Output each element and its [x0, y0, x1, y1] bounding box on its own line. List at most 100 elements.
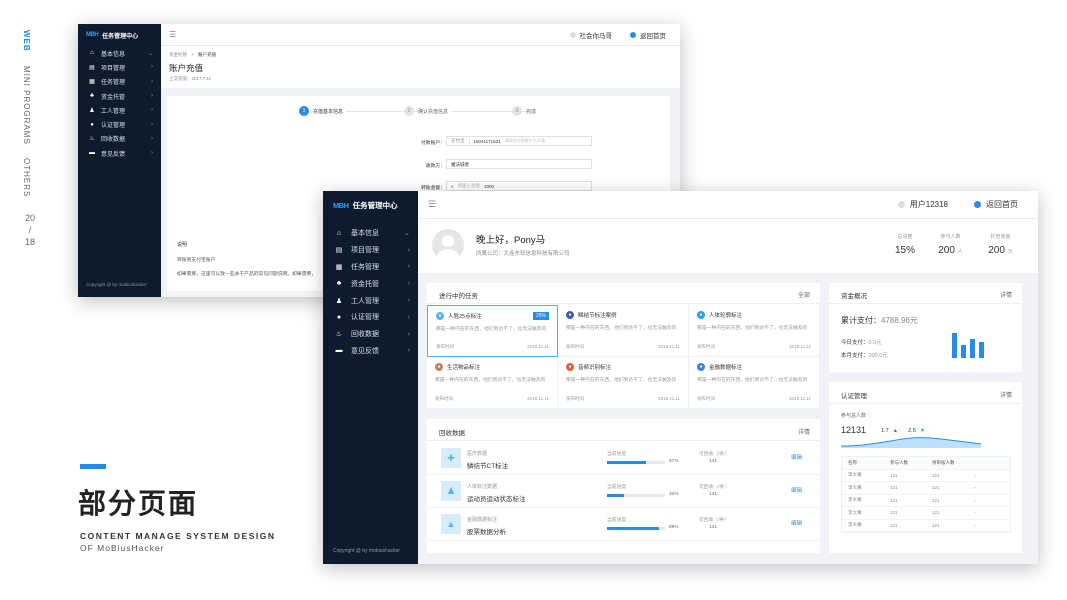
auth-more-link[interactable]: 详情	[1000, 390, 1012, 399]
chevron-icon: ›	[151, 135, 153, 142]
sidebar-item-3[interactable]: ♣ 资金托管 ›	[323, 275, 418, 292]
task-pub-label: 发布时间	[697, 396, 715, 401]
sidebar-item-6[interactable]: ♨ 回收数据 ›	[323, 326, 418, 343]
sidebar-item-label: 认证管理	[351, 314, 379, 322]
sidebar-item-0[interactable]: ⌂ 基本信息 ⌄	[323, 225, 418, 242]
topbar: ☰ 社会你马哥 返回首页	[161, 24, 680, 46]
task-card[interactable]: ● 金融数据标注 那是一种内在的东西，他们到达不了，也无法触及的 发布时间 2018…	[689, 357, 820, 409]
logo[interactable]: MBH 任务管理中心	[323, 191, 418, 219]
chevron-icon: ›	[151, 121, 153, 128]
sidebar-item-3[interactable]: ♣ 资金托管 ›	[78, 89, 161, 103]
chevron-icon: ›	[151, 78, 153, 85]
menu-toggle-icon[interactable]: ☰	[428, 199, 436, 210]
user-menu[interactable]: 用户12318	[897, 199, 948, 210]
sidebar-item-label: 意见反馈	[101, 151, 126, 158]
table-cell: ›	[974, 510, 976, 516]
step-1: 1 充值基本信息	[299, 106, 347, 116]
sidebar-item-0[interactable]: ⌂ 基本信息 ⌄	[78, 46, 161, 60]
section-mini-programs[interactable]: MINI PROGRAMS	[22, 66, 31, 145]
amount-label: 转账金额：	[421, 186, 445, 191]
table-cell: 121	[890, 522, 898, 528]
tasks-card: 进行中的任务 全部 ● 人脸25点标注 25% 那是一种内在的东西，他们到达不了，也…	[427, 283, 820, 409]
menu-icon: ▬	[89, 150, 95, 157]
table-row[interactable]: 李大嘴 121 121 ›	[842, 470, 1010, 482]
page-sep: /	[28, 224, 32, 235]
amount-field[interactable]: ¥ 请输入金额 1000	[446, 181, 592, 191]
task-desc: 那是一种内在的东西，他们到达不了，也无法触及的	[566, 326, 677, 331]
sidebar-item-4[interactable]: ♟ 工人管理 ›	[78, 103, 161, 117]
logo[interactable]: MBH 任务管理中心	[78, 24, 161, 46]
task-card[interactable]: ● 生活物品标注 那是一种内在的东西，他们到达不了，也无法触及的 发布时间 2018…	[427, 357, 558, 409]
sidebar-item-1[interactable]: ▤ 项目管理 ›	[78, 60, 161, 74]
task-card[interactable]: ● 人脸25点标注 25% 那是一种内在的东西，他们到达不了，也无法触及的 发布时间…	[427, 305, 558, 357]
recycle-more-link[interactable]: 详情	[798, 427, 810, 436]
amount-hint: 请输入金额	[457, 183, 481, 188]
section-web[interactable]: WEB	[22, 30, 31, 52]
stat-progress: 总进度 15%	[885, 233, 925, 256]
menu-toggle-icon[interactable]: ☰	[169, 30, 176, 39]
sidebar-item-4[interactable]: ♟ 工人管理 ›	[323, 292, 418, 309]
table-row[interactable]: 李大嘴 121 121 ›	[842, 520, 1010, 532]
chevron-icon: ›	[407, 297, 410, 305]
chevron-icon: ⌄	[404, 230, 410, 238]
task-card[interactable]: ● 人体轮廓标注 那是一种内在的东西，他们到达不了，也无法触及的 发布时间 2018…	[689, 305, 820, 357]
auth-table: 名称 参与人数 待审核人数 李大嘴 121 121 › 李大嘴 121 121 › 李大嘴 121 121…	[841, 456, 1011, 533]
task-icon: ●	[697, 311, 705, 319]
task-desc: 那是一种内在的东西，他们到达不了，也无法触及的	[566, 378, 677, 383]
sidebar-item-7[interactable]: ▬ 意见反馈 ›	[323, 343, 418, 360]
table-row[interactable]: 李大嘴 121 121 ›	[842, 482, 1010, 495]
recycle-ret: 141	[709, 459, 718, 464]
home-link[interactable]: 返回首页	[630, 30, 666, 40]
fund-bar	[961, 344, 966, 358]
recycle-progress	[607, 527, 665, 530]
tasks-all-link[interactable]: 全部	[798, 290, 810, 299]
task-card[interactable]: ● 鳞结节标注案例 那是一种内在的东西，他们到达不了，也无法触及的 发布时间 201…	[558, 305, 689, 357]
user-menu[interactable]: 社会你马哥	[569, 30, 612, 40]
sidebar-item-7[interactable]: ▬ 意见反馈 ›	[78, 146, 161, 160]
task-pub-label: 发布时间	[436, 344, 454, 349]
sidebar-item-5[interactable]: ● 认证管理 ›	[78, 117, 161, 131]
chevron-icon: ›	[407, 280, 410, 288]
table-row[interactable]: 李大嘴 121 121 ›	[842, 495, 1010, 507]
sidebar-item-label: 基本信息	[101, 51, 126, 58]
sidebar-item-1[interactable]: ▤ 项目管理 ›	[323, 242, 418, 259]
sidebar-item-2[interactable]: ▦ 任务管理 ›	[78, 75, 161, 89]
fund-more-link[interactable]: 详情	[1000, 290, 1012, 299]
table-cell: 121	[890, 497, 898, 503]
sidebar-item-label: 任务管理	[101, 80, 126, 87]
task-card[interactable]: ● 音频识别标注 那是一种内在的东西，他们到达不了，也无法触及的 发布时间 2018…	[558, 357, 689, 409]
sidebar-item-5[interactable]: ● 认证管理 ›	[323, 309, 418, 326]
sidebar-item-2[interactable]: ▦ 任务管理 ›	[323, 259, 418, 276]
step-3: 3 完成	[512, 106, 536, 116]
breadcrumb-item[interactable]: 资金托管	[169, 52, 187, 57]
sidebar-item-label: 工人管理	[101, 108, 126, 115]
stat-unit: 人	[957, 249, 963, 255]
payee-field[interactable]: 魔法城者	[446, 159, 592, 169]
breadcrumb-sep: >	[191, 52, 194, 57]
recycle-ret-label: 可回收（/条）	[699, 485, 730, 490]
sidebar-item-6[interactable]: ♨ 回收数据 ›	[78, 132, 161, 146]
table-cell: 121	[890, 472, 898, 478]
fund-month-label: 本月支付：	[841, 353, 869, 359]
edit-button[interactable]: 编辑	[791, 519, 802, 527]
recycle-ret: 141	[709, 492, 718, 497]
payer-type[interactable]: 支付宝	[447, 138, 470, 144]
edit-button[interactable]: 编辑	[791, 486, 802, 494]
step-label: 充值基本信息	[313, 107, 347, 115]
home-link[interactable]: 返回首页	[974, 199, 1018, 210]
section-others[interactable]: OTHERS	[22, 158, 31, 197]
recycle-ret-label: 可回收（/条）	[699, 452, 730, 457]
sidebar-item-label: 回收数据	[351, 331, 379, 339]
table-row[interactable]: 李大嘴 121 121 ›	[842, 507, 1010, 520]
note-line-2: 如果需要，这里可以放一些关于产品的常见问题说明。如果需要，	[177, 272, 317, 277]
stat-label: 参与人数	[940, 234, 961, 240]
task-pub-label: 发布时间	[435, 396, 453, 401]
info-icon[interactable]: ⓘ	[867, 413, 872, 419]
edit-button[interactable]: 编辑	[791, 453, 802, 461]
fund-today-value: 0.0元	[868, 340, 882, 346]
recycle-rate-label: 当前进度	[607, 485, 627, 490]
task-name: 生活物品标注	[447, 365, 481, 371]
note-title: 说明	[177, 242, 188, 248]
table-cell: ›	[974, 485, 976, 491]
payer-field[interactable]: 支付宝 15041171621 请保证付款账户已开通...	[446, 136, 592, 146]
